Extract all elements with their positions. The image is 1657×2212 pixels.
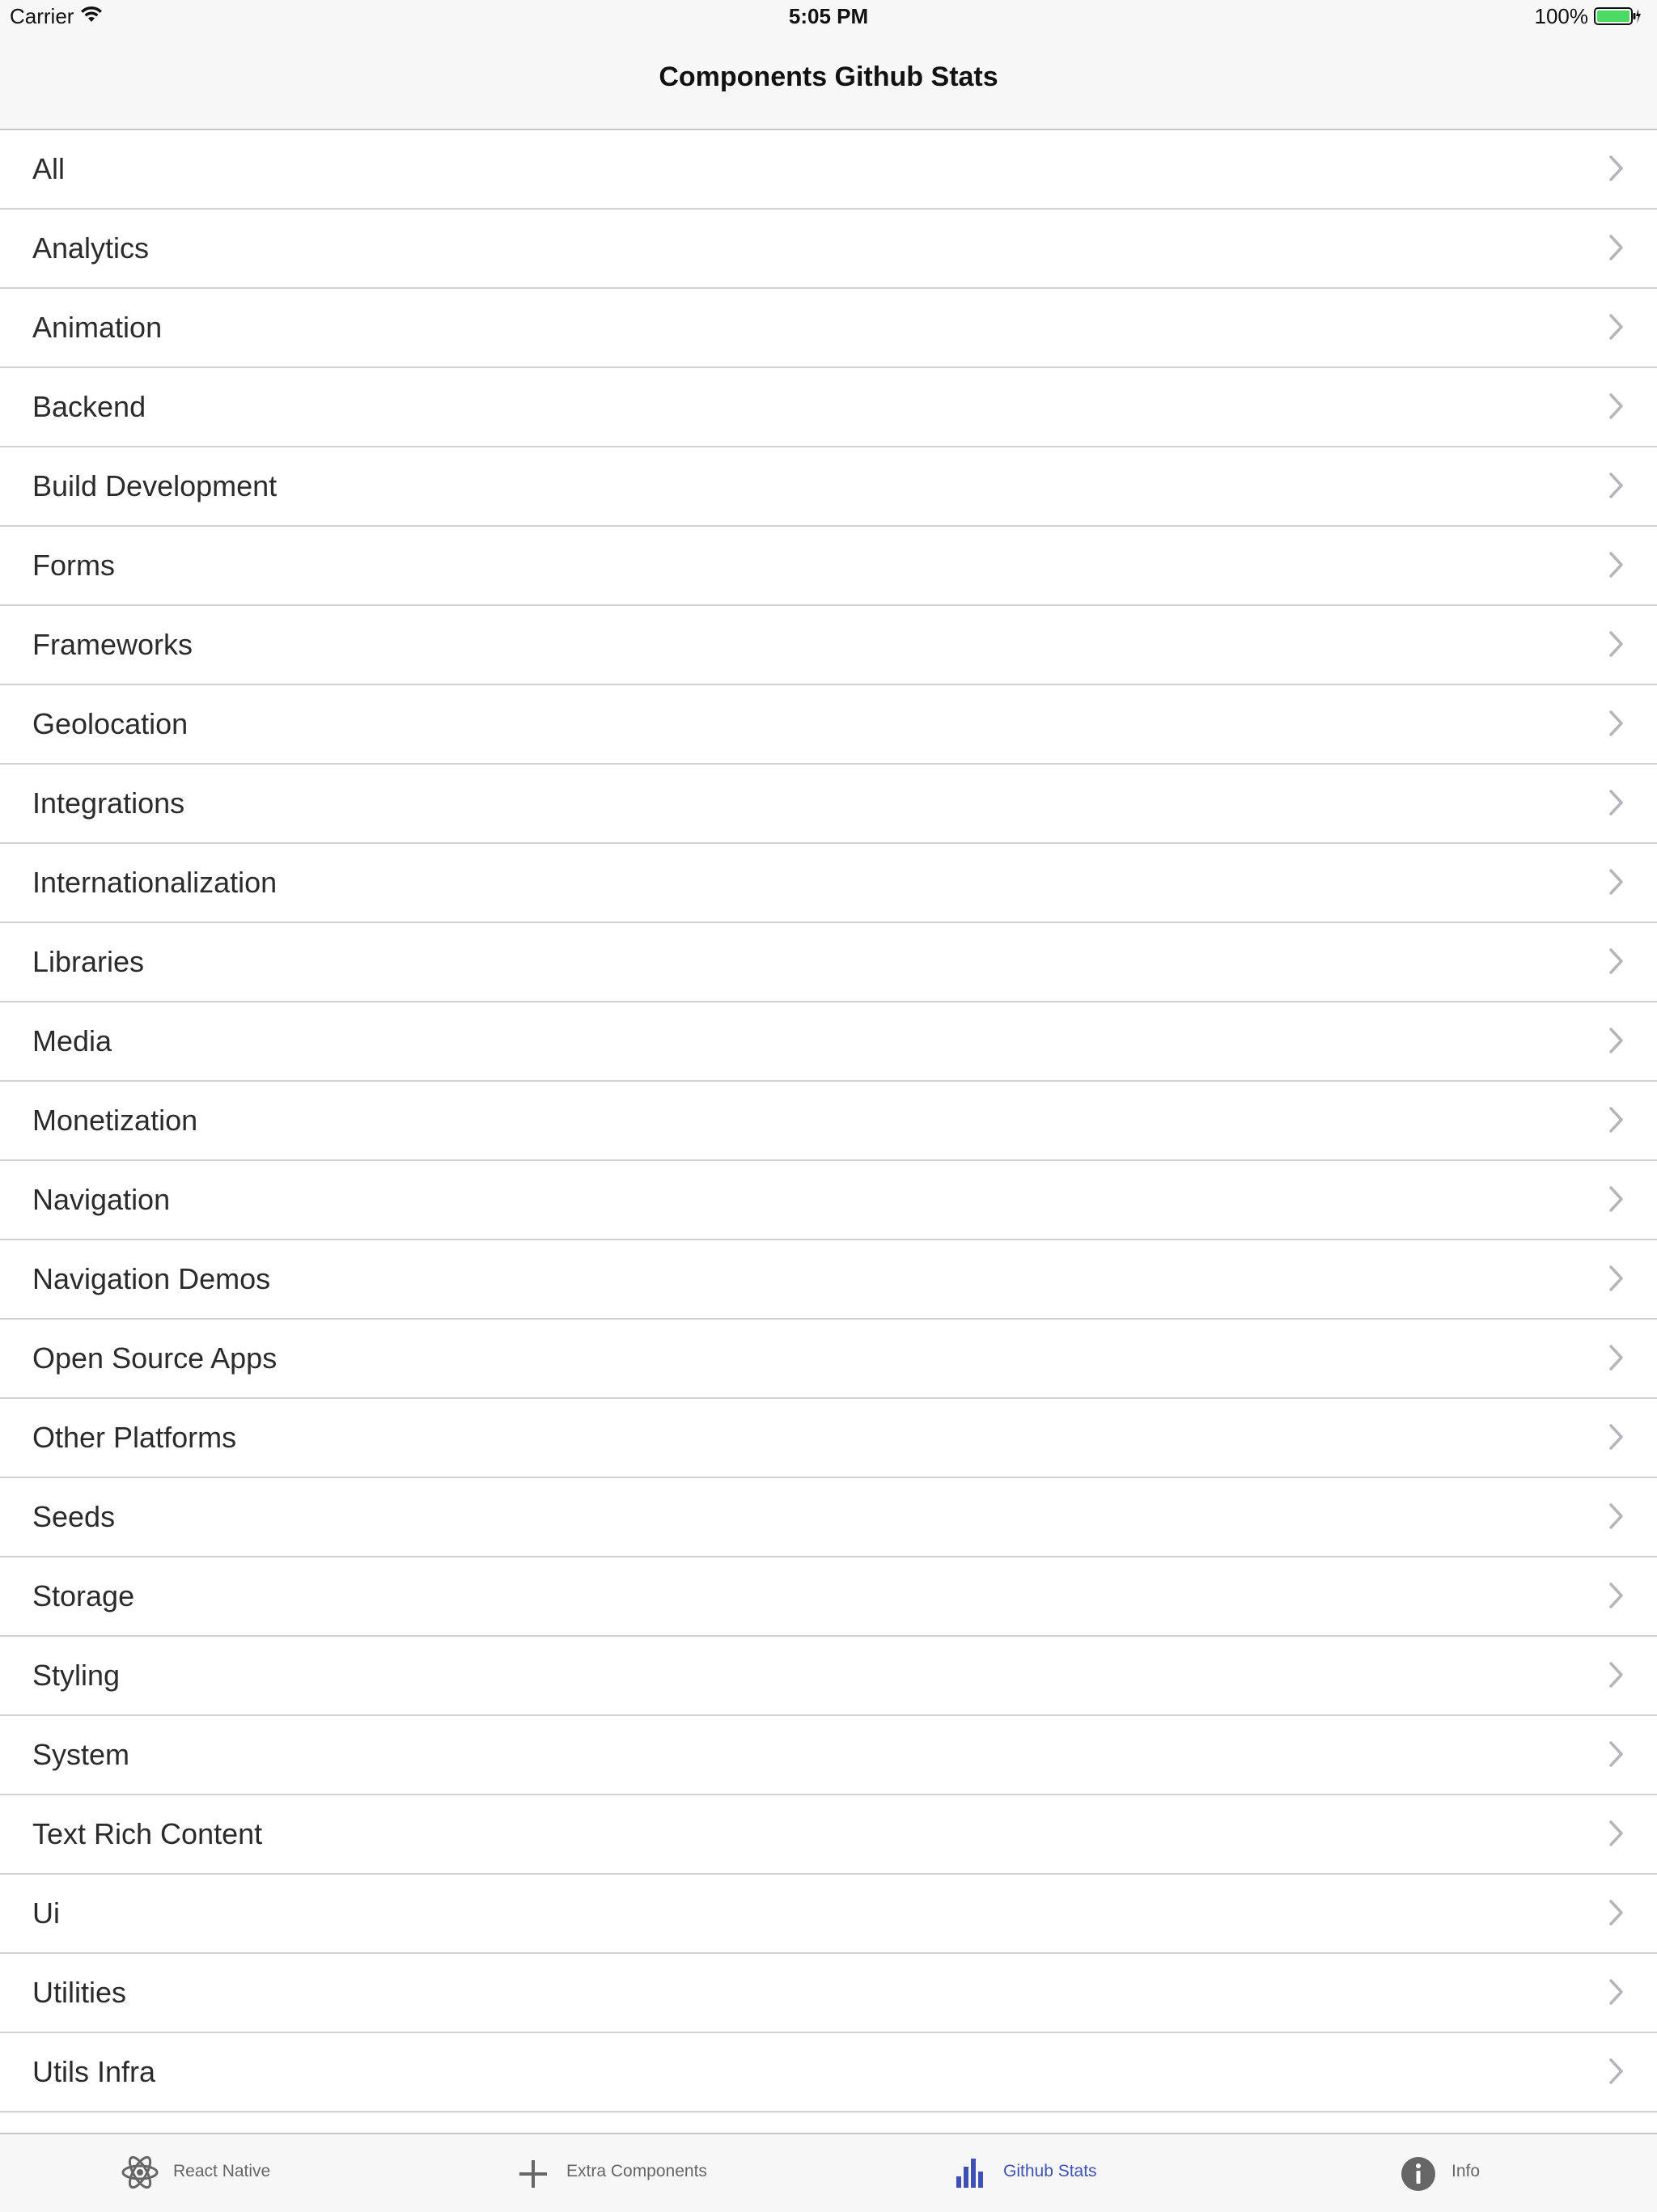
- plus-icon: [518, 2152, 549, 2197]
- list-item-label: Utilities: [32, 1976, 127, 2009]
- list-item-label: Text Rich Content: [32, 1817, 263, 1850]
- chevron-right-icon: [1608, 1344, 1625, 1375]
- chevron-right-icon: [1608, 1106, 1625, 1138]
- list-item-label: System: [32, 1738, 130, 1771]
- list-item-label: Geolocation: [32, 707, 189, 740]
- list-item[interactable]: Forms: [0, 527, 1657, 606]
- chevron-right-icon: [1608, 2057, 1625, 2089]
- list-item-label: Styling: [32, 1659, 121, 1692]
- list-item[interactable]: Backend: [0, 368, 1657, 447]
- tab-label-info: Info: [1451, 2162, 1481, 2180]
- list-item-label: Backend: [32, 390, 146, 423]
- chevron-right-icon: [1608, 947, 1625, 979]
- tab-label-extra-components: Extra Components: [566, 2162, 707, 2180]
- bar-chart-icon: [955, 2152, 987, 2197]
- list-item[interactable]: Frameworks: [0, 606, 1657, 685]
- list-item-label: Storage: [32, 1579, 135, 1612]
- list-item-label: Ui: [32, 1896, 60, 1930]
- list-item[interactable]: Utilities: [0, 1954, 1657, 2033]
- page-title: Components Github Stats: [659, 61, 998, 92]
- tab-react-native[interactable]: React Native: [120, 2134, 322, 2212]
- list-item[interactable]: Text Rich Content: [0, 1795, 1657, 1875]
- tab-bar: React Native Extra Components Github Sta…: [0, 2133, 1657, 2212]
- chevron-right-icon: [1608, 1027, 1625, 1058]
- chevron-right-icon: [1608, 789, 1625, 820]
- list-item-label: Build Development: [32, 469, 278, 502]
- list-item-label: Other Platforms: [32, 1421, 237, 1454]
- chevron-right-icon: [1608, 155, 1625, 186]
- list-item-label: Utils Infra: [32, 2055, 156, 2088]
- list-item-label: Integrations: [32, 786, 185, 820]
- tab-github-stats[interactable]: Github Stats: [955, 2134, 1149, 2212]
- list-item-label: Analytics: [32, 231, 150, 265]
- chevron-right-icon: [1608, 1978, 1625, 2010]
- chevron-right-icon: [1608, 551, 1625, 583]
- list-item[interactable]: Seeds: [0, 1478, 1657, 1557]
- list-item[interactable]: Utils Infra: [0, 2033, 1657, 2112]
- list-item-label: Media: [32, 1024, 112, 1057]
- list-item[interactable]: Analytics: [0, 210, 1657, 289]
- list-item[interactable]: Internationalization: [0, 844, 1657, 923]
- list-item-label: Open Source Apps: [32, 1341, 278, 1375]
- list-item-label: Navigation Demos: [32, 1262, 271, 1295]
- list-item-label: Seeds: [32, 1500, 116, 1533]
- list-item[interactable]: Open Source Apps: [0, 1320, 1657, 1399]
- info-icon: [1400, 2152, 1437, 2197]
- list-item[interactable]: Build Development: [0, 447, 1657, 527]
- tab-info[interactable]: Info: [1400, 2134, 1521, 2212]
- list-item[interactable]: System: [0, 1716, 1657, 1795]
- list-item[interactable]: Navigation: [0, 1161, 1657, 1240]
- chevron-right-icon: [1608, 1899, 1625, 1930]
- tab-extra-components[interactable]: Extra Components: [518, 2134, 761, 2212]
- chevron-right-icon: [1608, 1820, 1625, 1851]
- chevron-right-icon: [1608, 392, 1625, 424]
- list-item-label: Monetization: [32, 1104, 198, 1137]
- list-item[interactable]: Media: [0, 1002, 1657, 1082]
- list-item[interactable]: Navigation Demos: [0, 1240, 1657, 1320]
- tab-label-github-stats: Github Stats: [1003, 2162, 1097, 2180]
- list-item[interactable]: Storage: [0, 1557, 1657, 1637]
- chevron-right-icon: [1608, 868, 1625, 900]
- list-item-label: Frameworks: [32, 628, 193, 661]
- list-item[interactable]: Geolocation: [0, 685, 1657, 765]
- battery-percentage: 100%: [1534, 4, 1589, 28]
- chevron-right-icon: [1608, 1661, 1625, 1693]
- chevron-right-icon: [1608, 1502, 1625, 1534]
- list-item-label: All: [32, 152, 66, 185]
- chevron-right-icon: [1608, 630, 1625, 662]
- list-item-label: Libraries: [32, 945, 145, 978]
- chevron-right-icon: [1608, 472, 1625, 503]
- status-time: 5:05 PM: [788, 4, 869, 28]
- chevron-right-icon: [1608, 1265, 1625, 1296]
- list-item[interactable]: Monetization: [0, 1082, 1657, 1161]
- list-item[interactable]: Ui: [0, 1875, 1657, 1954]
- navigation-bar: Components Github Stats: [0, 32, 1657, 130]
- chevron-right-icon: [1608, 1582, 1625, 1613]
- chevron-right-icon: [1608, 313, 1625, 345]
- list-item[interactable]: All: [0, 130, 1657, 210]
- category-list: All Analytics Animation Backend Build Develo…: [0, 130, 1657, 2112]
- list-item[interactable]: Other Platforms: [0, 1399, 1657, 1478]
- list-item-label: Internationalization: [32, 866, 278, 899]
- tab-label-react-native: React Native: [173, 2162, 271, 2180]
- status-bar: Carrier 5:05 PM 100%: [0, 0, 1657, 32]
- chevron-right-icon: [1608, 710, 1625, 741]
- chevron-right-icon: [1608, 234, 1625, 265]
- chevron-right-icon: [1608, 1423, 1625, 1455]
- list-item[interactable]: Integrations: [0, 765, 1657, 844]
- list-item-label: Navigation: [32, 1183, 171, 1216]
- list-item-label: Animation: [32, 311, 163, 344]
- list-item[interactable]: Libraries: [0, 923, 1657, 1002]
- chevron-right-icon: [1608, 1185, 1625, 1217]
- list-item[interactable]: Styling: [0, 1637, 1657, 1716]
- battery-icon: [1594, 7, 1641, 29]
- list-item[interactable]: Animation: [0, 289, 1657, 368]
- chevron-right-icon: [1608, 1740, 1625, 1772]
- atom-icon: [120, 2152, 160, 2197]
- list-item-label: Forms: [32, 549, 115, 582]
